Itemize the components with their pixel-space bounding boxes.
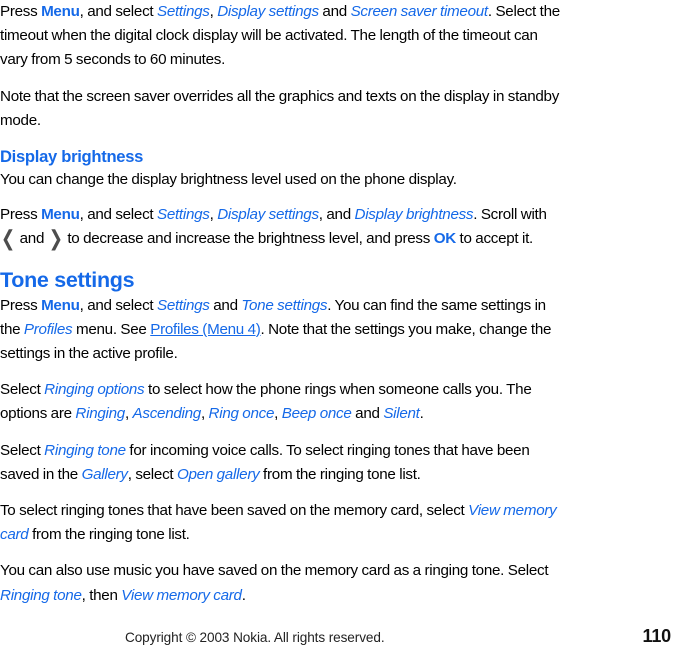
menu-item-display-settings: Display settings [217, 206, 319, 224]
option-ringing: Ringing [75, 405, 125, 423]
menu-item-view-memory-card: View memory card [121, 586, 242, 604]
heading-tone-settings: Tone settings [0, 267, 135, 292]
text-run: . Scroll with [473, 206, 547, 224]
text-run: and [318, 3, 351, 20]
paragraph-display-brightness-steps: Press Menu, and select Settings, Display… [0, 203, 566, 251]
chevron-left-icon: ❮ [1, 227, 15, 251]
paragraph-screen-saver-note: Note that the screen saver overrides all… [0, 85, 566, 133]
text-run: Press [0, 296, 42, 314]
paragraph-memory-card-tones: To select ringing tones that have been s… [0, 499, 566, 547]
cross-reference-profiles-menu-4[interactable]: Profiles (Menu 4) [150, 321, 261, 338]
option-silent: Silent [383, 405, 420, 423]
ui-key-ok: OK [433, 230, 457, 248]
footer-copyright: Copyright © 2003 Nokia. All rights reser… [125, 630, 385, 645]
text-run: Select [0, 441, 45, 459]
paragraph-music-as-ringing-tone: You can also use music you have saved on… [0, 559, 566, 607]
menu-item-screen-saver-timeout: Screen saver timeout [350, 3, 489, 20]
text-run: , [200, 405, 209, 423]
text-run: and [15, 230, 48, 248]
option-ring-once: Ring once [208, 405, 275, 423]
text-run: to accept it. [455, 230, 534, 248]
menu-item-ringing-options: Ringing options [44, 381, 145, 399]
text-run: Press [0, 3, 42, 20]
menu-item-display-brightness: Display brightness [354, 206, 474, 224]
text-run: . [419, 405, 424, 423]
text-run: from the ringing tone list. [259, 465, 421, 483]
paragraph-display-brightness-intro: You can change the display brightness le… [0, 168, 566, 192]
text-run: , and select [79, 206, 157, 224]
text-run: menu. See [72, 320, 151, 338]
heading-display-brightness: Display brightness [0, 147, 144, 167]
option-beep-once: Beep once [281, 405, 352, 423]
text-run: , and select [79, 296, 157, 314]
ui-key-menu: Menu [41, 206, 80, 224]
ui-key-menu: Menu [41, 3, 80, 20]
text-run: and [209, 296, 242, 314]
text-run: , and [318, 206, 355, 224]
page-number: 110 [642, 626, 672, 646]
option-ascending: Ascending [132, 405, 202, 423]
text-run: , [124, 405, 133, 423]
text-run: , and select [79, 3, 157, 20]
page-content-column: Press Menu, and select Settings, Display… [0, 0, 566, 620]
text-run: Select [0, 381, 45, 399]
menu-item-settings: Settings [156, 206, 210, 224]
paragraph-screen-saver-timeout: Press Menu, and select Settings, Display… [0, 0, 566, 73]
menu-item-profiles: Profiles [23, 320, 73, 338]
paragraph-tone-settings-steps: Press Menu, and select Settings and Tone… [0, 294, 566, 367]
menu-item-open-gallery: Open gallery [176, 465, 260, 483]
text-run: . [241, 586, 246, 604]
paragraph-ringing-options: Select Ringing options to select how the… [0, 378, 566, 426]
menu-item-ringing-tone: Ringing tone [0, 586, 82, 604]
text-run: and [351, 405, 384, 423]
text-run: You can also use music you have saved on… [0, 562, 549, 580]
menu-item-ringing-tone: Ringing tone [44, 441, 126, 459]
page-footer: Copyright © 2003 Nokia. All rights reser… [0, 626, 675, 650]
paragraph-ringing-tone-gallery: Select Ringing tone for incoming voice c… [0, 439, 566, 487]
text-run: from the ringing tone list. [28, 526, 190, 544]
text-run: Press [0, 206, 42, 224]
text-run: , select [127, 465, 177, 483]
menu-item-display-settings: Display settings [217, 3, 319, 20]
document-page: Press Menu, and select Settings, Display… [0, 0, 675, 649]
text-run: , [274, 405, 282, 423]
menu-item-gallery: Gallery [81, 465, 128, 483]
chevron-right-icon: ❯ [48, 227, 63, 251]
text-run: To select ringing tones that have been s… [0, 502, 469, 520]
text-run: Note that the screen saver overrides all… [0, 87, 560, 129]
menu-item-tone-settings: Tone settings [241, 296, 328, 314]
menu-item-settings: Settings [156, 296, 210, 314]
text-run: , then [81, 586, 122, 604]
text-run: to decrease and increase the brightness … [63, 230, 434, 248]
menu-item-settings: Settings [156, 3, 210, 20]
ui-key-menu: Menu [41, 296, 80, 314]
text-run: You can change the display brightness le… [0, 171, 457, 189]
